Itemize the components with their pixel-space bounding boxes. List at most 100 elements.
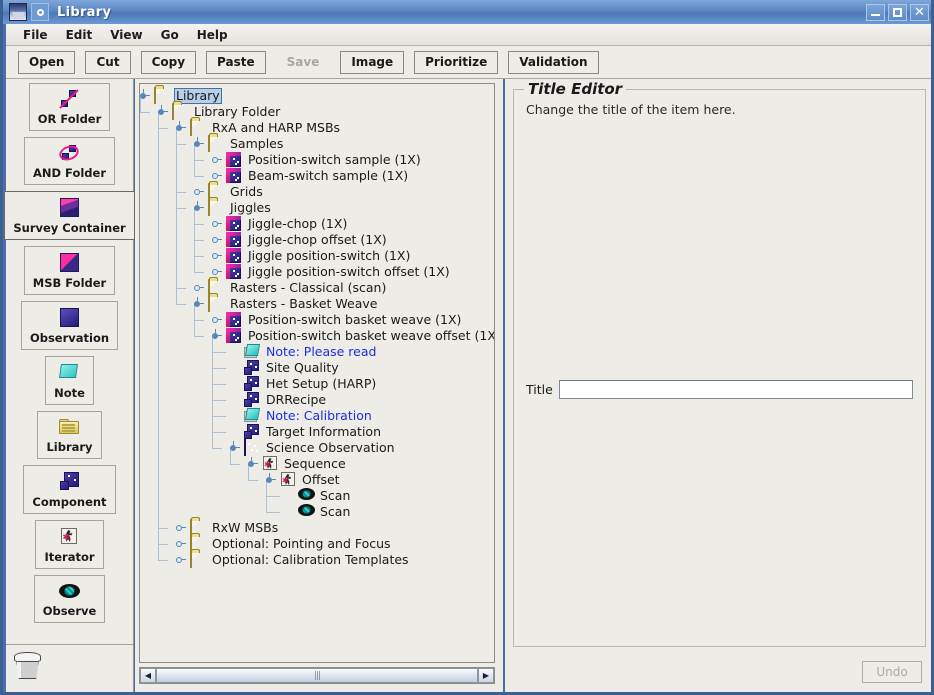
tree-expand-handle[interactable]: [212, 252, 222, 261]
menu-go[interactable]: Go: [152, 26, 188, 44]
close-button[interactable]: ✕: [910, 3, 929, 21]
tree-expand-handle[interactable]: [194, 188, 204, 197]
tree-node[interactable]: Scan: [144, 488, 494, 504]
title-editor-frame: Title Editor Change the title of the ite…: [513, 80, 926, 647]
tree-collapse-handle[interactable]: [194, 136, 204, 149]
palette-iterator[interactable]: ✱ Iterator: [35, 520, 104, 569]
title-field-row: Title: [526, 380, 913, 399]
tree-expand-handle[interactable]: [212, 172, 222, 181]
tree-collapse-handle[interactable]: [194, 296, 204, 309]
tree-expand-handle[interactable]: [194, 284, 204, 293]
window-controls: ✕: [866, 3, 931, 21]
tree-node-label: DRRecipe: [266, 392, 327, 407]
tree-node[interactable]: Position-switch sample (1X): [144, 152, 494, 168]
tree-node[interactable]: Jiggle-chop offset (1X): [144, 232, 494, 248]
tree-node[interactable]: Rasters - Classical (scan): [144, 279, 494, 296]
tree-node[interactable]: Jiggle-chop (1X): [144, 216, 494, 232]
title-input[interactable]: [558, 380, 913, 399]
palette-observation[interactable]: Observation: [20, 301, 119, 350]
palette-msb-folder[interactable]: MSB Folder: [23, 246, 116, 295]
tree-node[interactable]: Jiggle position-switch offset (1X): [144, 264, 494, 280]
tree-collapse-handle[interactable]: [266, 472, 276, 485]
program-tree[interactable]: Library Library Folder RxA and HARP MSBs Sa…: [139, 83, 495, 663]
tree-node[interactable]: DRRecipe: [144, 392, 494, 408]
palette-survey-container[interactable]: Survey Container: [4, 191, 135, 240]
prioritize-button[interactable]: Prioritize: [414, 50, 499, 74]
tree-node-label: RxW MSBs: [212, 520, 279, 535]
tree-collapse-handle[interactable]: [194, 200, 204, 213]
menu-view[interactable]: View: [101, 26, 151, 44]
palette-component-label: Component: [32, 495, 107, 509]
copy-button[interactable]: Copy: [140, 50, 197, 74]
tree-node[interactable]: RxA and HARP MSBs: [144, 119, 494, 136]
open-button[interactable]: Open: [18, 50, 76, 74]
paste-button[interactable]: Paste: [206, 50, 266, 74]
tree-node[interactable]: Science Observation: [144, 439, 494, 456]
trash-can-icon[interactable]: [14, 650, 42, 680]
msb-icon: [226, 264, 243, 280]
tree-node[interactable]: Note: Please read: [144, 344, 494, 360]
tree-node[interactable]: Optional: Calibration Templates: [144, 551, 494, 568]
trash-drop-area[interactable]: [6, 644, 133, 692]
title-editor-heading: Title Editor: [524, 80, 627, 98]
scroll-thumb[interactable]: |||: [156, 668, 478, 683]
tree-node[interactable]: Jiggles: [144, 199, 494, 216]
tree-expand-handle[interactable]: [212, 156, 222, 165]
tree-node[interactable]: Rasters - Basket Weave: [144, 295, 494, 312]
tree-expand-handle[interactable]: [176, 540, 186, 549]
menu-file[interactable]: File: [14, 26, 57, 44]
tree-node[interactable]: Note: Calibration: [144, 408, 494, 424]
tree-node[interactable]: Beam-switch sample (1X): [144, 168, 494, 184]
tree-node[interactable]: Jiggle position-switch (1X): [144, 248, 494, 264]
tree-node[interactable]: Grids: [144, 183, 494, 200]
palette-note[interactable]: Note: [45, 356, 94, 405]
tree-expand-handle[interactable]: [212, 220, 222, 229]
maximize-button[interactable]: [888, 3, 907, 21]
tree-node-label: RxA and HARP MSBs: [212, 120, 341, 135]
tree-collapse-handle[interactable]: [140, 88, 150, 101]
tree-collapse-handle[interactable]: [176, 120, 186, 133]
tree-node[interactable]: Target Information: [144, 424, 494, 440]
palette-and-folder[interactable]: AND Folder: [23, 137, 115, 185]
menu-bar: File Edit View Go Help: [6, 24, 931, 46]
tree-expand-handle[interactable]: [212, 268, 222, 277]
tree-expand-handle[interactable]: [176, 524, 186, 533]
tree-node[interactable]: Site Quality: [144, 360, 494, 376]
component-icon: [59, 472, 79, 491]
toolbar: Open Cut Copy Paste Save Image Prioritiz…: [6, 46, 931, 79]
palette-or-folder[interactable]: OR Folder: [28, 83, 111, 131]
tree-collapse-handle[interactable]: [212, 328, 222, 341]
tree-node[interactable]: ✱ Offset: [144, 472, 494, 488]
minimize-button[interactable]: [866, 3, 885, 21]
tree-node[interactable]: ✱ Sequence: [144, 456, 494, 472]
tree-horizontal-scrollbar[interactable]: ◀ ||| ▶: [139, 667, 495, 684]
component-icon: [244, 392, 261, 408]
cut-button[interactable]: Cut: [85, 50, 131, 74]
tree-node[interactable]: Position-switch basket weave offset (1X): [144, 328, 494, 344]
image-button[interactable]: Image: [340, 50, 405, 74]
tree-collapse-handle[interactable]: [248, 456, 258, 469]
validation-button[interactable]: Validation: [508, 50, 599, 74]
tree-expand-handle[interactable]: [212, 236, 222, 245]
tree-expand-handle[interactable]: [212, 316, 222, 325]
tree-expand-handle[interactable]: [176, 556, 186, 565]
tree-collapse-handle[interactable]: [158, 104, 168, 117]
tree-node[interactable]: Het Setup (HARP): [144, 376, 494, 392]
window-menu-icon[interactable]: [31, 3, 49, 21]
title-bar: Library ✕: [3, 0, 931, 24]
scroll-track[interactable]: |||: [156, 668, 478, 683]
scroll-left-arrow[interactable]: ◀: [140, 668, 156, 683]
palette-library[interactable]: Library: [37, 411, 102, 459]
tree-collapse-handle[interactable]: [230, 440, 240, 453]
palette-observe[interactable]: Observe: [33, 575, 106, 623]
menu-edit[interactable]: Edit: [57, 26, 102, 44]
tree-node[interactable]: Position-switch basket weave (1X): [144, 312, 494, 328]
title-field-label: Title: [526, 382, 553, 397]
palette-component[interactable]: Component: [23, 465, 116, 514]
scroll-right-arrow[interactable]: ▶: [478, 668, 494, 683]
tree-node-label: Note: Calibration: [266, 408, 372, 423]
menu-help[interactable]: Help: [188, 26, 237, 44]
tree-node[interactable]: Samples: [144, 135, 494, 152]
tree-node[interactable]: Library: [140, 87, 494, 104]
msb-icon: [226, 248, 243, 264]
